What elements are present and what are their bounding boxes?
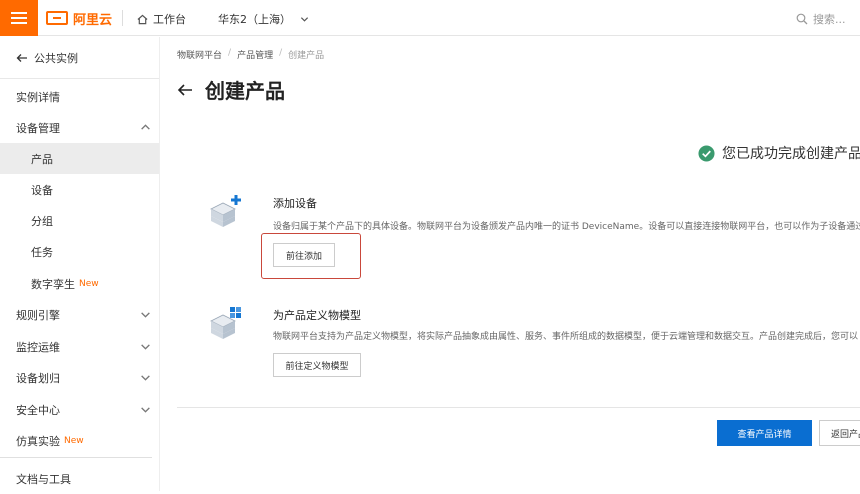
search-placeholder: 搜索... xyxy=(813,13,846,26)
divider xyxy=(0,457,152,458)
check-circle-icon xyxy=(698,144,715,162)
sidebar-item-group[interactable]: 分组 xyxy=(0,205,159,236)
sidebar-item-label: 安全中心 xyxy=(16,403,60,417)
new-badge: New xyxy=(79,278,99,289)
breadcrumb-separator: / xyxy=(228,48,232,58)
chevron-down-icon xyxy=(141,375,150,381)
menu-line xyxy=(11,17,27,19)
sidebar-item-label: 实例详情 xyxy=(16,90,60,104)
sidebar-item-label: 文档与工具 xyxy=(16,472,71,486)
step-title: 为产品定义物模型 xyxy=(273,309,361,322)
logo-text: 阿里云 xyxy=(73,12,113,28)
chevron-down-icon xyxy=(141,407,150,413)
page-title: 创建产品 xyxy=(177,75,285,104)
thing-model-icon xyxy=(210,307,241,339)
sidebar-item-label: 设备管理 xyxy=(16,121,60,135)
view-product-details-button[interactable]: 查看产品详情 xyxy=(717,420,812,446)
new-badge: New xyxy=(64,435,84,446)
sidebar-item-digital-twin[interactable]: 数字孪生 New xyxy=(0,268,159,299)
breadcrumb-item[interactable]: 产品管理 xyxy=(237,48,273,61)
sidebar-item-simulation[interactable]: 仿真实验 New xyxy=(0,425,159,456)
sidebar-item-label: 分组 xyxy=(31,214,53,228)
sidebar-item-device-management[interactable]: 设备管理 xyxy=(0,112,159,143)
step-description: 设备归属于某个产品下的具体设备。物联网平台为设备颁发产品内唯一的证书 Devic… xyxy=(273,222,860,232)
sidebar-item-label: 产品 xyxy=(31,152,53,166)
arrow-left-icon xyxy=(16,53,27,62)
sidebar-item-device[interactable]: 设备 xyxy=(0,174,159,205)
breadcrumb: 物联网平台 / 产品管理 / 创建产品 xyxy=(177,48,324,61)
sidebar-item-label: 数字孪生 xyxy=(31,277,75,291)
top-bar: 阿里云 工作台 华东2（上海） 搜索... xyxy=(0,0,860,36)
region-selector[interactable]: 华东2（上海） xyxy=(218,11,309,27)
sidebar-item-security-center[interactable]: 安全中心 xyxy=(0,394,159,425)
page-title-text: 创建产品 xyxy=(205,79,285,103)
step-description: 物联网平台支持为产品定义物模型，将实际产品抽象成由属性、服务、事件所组成的数据模… xyxy=(273,332,859,342)
sidebar-item-rule-engine[interactable]: 规则引擎 xyxy=(0,299,159,330)
highlight-box xyxy=(261,233,361,279)
chevron-down-icon xyxy=(141,344,150,350)
search-icon xyxy=(796,13,808,25)
search-box[interactable]: 搜索... xyxy=(796,11,846,27)
sidebar-item-label: 监控运维 xyxy=(16,340,60,354)
breadcrumb-current: 创建产品 xyxy=(288,51,325,61)
region-label: 华东2（上海） xyxy=(218,13,291,26)
chevron-down-icon xyxy=(141,312,150,318)
success-text: 您已成功完成创建产品 xyxy=(722,146,860,162)
aliyun-logo-icon xyxy=(46,11,68,25)
sidebar-item-label: 仿真实验 xyxy=(16,434,60,448)
menu-line xyxy=(11,12,27,14)
sidebar-item-label: 规则引擎 xyxy=(16,308,60,322)
hamburger-menu-button[interactable] xyxy=(0,0,38,36)
sidebar-item-product[interactable]: 产品 xyxy=(0,143,159,174)
divider xyxy=(177,407,860,408)
main-content: 物联网平台 / 产品管理 / 创建产品 创建产品 您已成功完成创建产品 添加设备… xyxy=(160,37,860,491)
sidebar-item-monitoring[interactable]: 监控运维 xyxy=(0,331,159,362)
breadcrumb-item[interactable]: 物联网平台 xyxy=(177,48,222,61)
return-product-list-button[interactable]: 返回产品列表 xyxy=(819,420,860,446)
back-label: 公共实例 xyxy=(34,51,78,65)
aliyun-logo[interactable]: 阿里云 xyxy=(46,9,113,28)
sidebar: 公共实例 实例详情 设备管理 产品 设备 分组 任务 数字孪生 New 规则引擎… xyxy=(0,37,159,491)
success-message: 您已成功完成创建产品 xyxy=(698,143,860,163)
step-title: 添加设备 xyxy=(273,197,317,210)
sidebar-item-instance-details[interactable]: 实例详情 xyxy=(0,81,159,112)
go-define-model-button[interactable]: 前往定义物模型 xyxy=(273,353,361,377)
divider xyxy=(122,10,123,26)
arrow-left-icon[interactable] xyxy=(177,82,193,98)
sidebar-item-label: 设备 xyxy=(31,183,53,197)
sidebar-item-task[interactable]: 任务 xyxy=(0,236,159,267)
workbench-link[interactable]: 工作台 xyxy=(137,11,186,27)
sidebar-item-label: 设备划归 xyxy=(16,371,60,385)
sidebar-item-docs-tools[interactable]: 文档与工具 xyxy=(0,463,159,494)
add-device-icon xyxy=(210,195,241,227)
breadcrumb-separator: / xyxy=(279,48,283,58)
sidebar-item-label: 任务 xyxy=(31,245,53,259)
workbench-label: 工作台 xyxy=(153,13,186,26)
home-icon xyxy=(137,14,148,24)
chevron-up-icon xyxy=(141,124,150,130)
back-to-instances[interactable]: 公共实例 xyxy=(0,37,159,79)
chevron-down-icon xyxy=(300,16,309,22)
menu-line xyxy=(11,22,27,24)
sidebar-item-device-assignment[interactable]: 设备划归 xyxy=(0,362,159,393)
